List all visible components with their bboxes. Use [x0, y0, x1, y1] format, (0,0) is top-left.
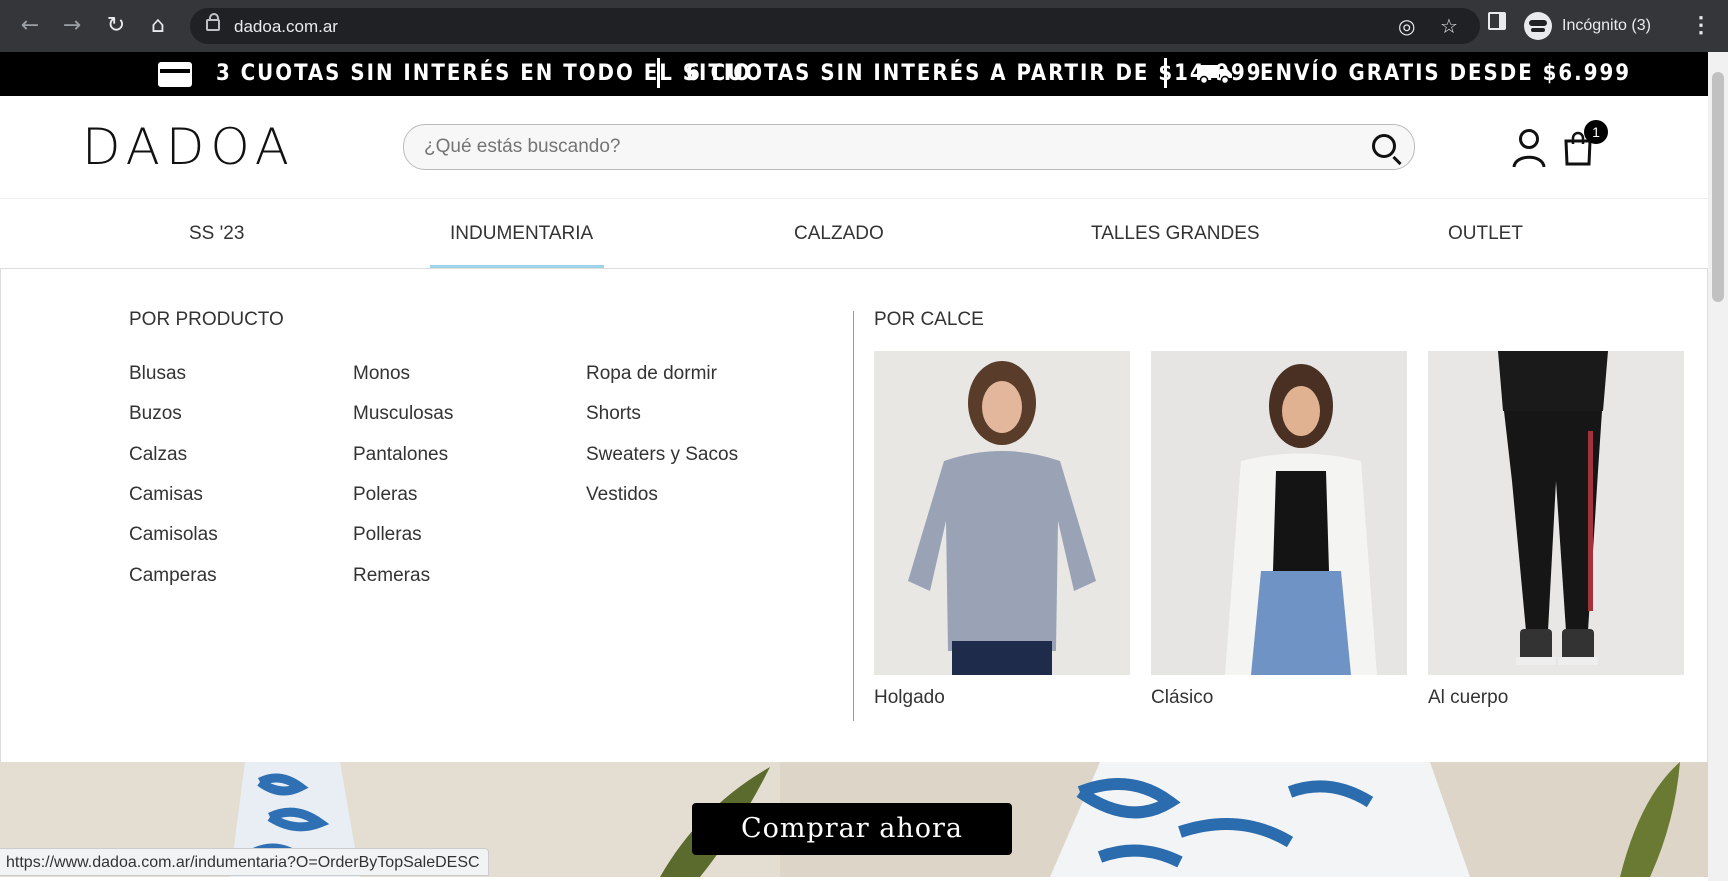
url-text: dadoa.com.ar [234, 17, 338, 36]
nav-item-indumentaria[interactable]: INDUMENTARIA [450, 223, 593, 245]
search-input[interactable] [422, 135, 1326, 159]
menu-link[interactable]: Sweaters y Sacos [586, 444, 738, 466]
profile-label: Incógnito (3) [1562, 17, 1651, 34]
fit-label[interactable]: Clásico [1151, 687, 1407, 709]
menu-link[interactable]: Blusas [129, 363, 186, 385]
nav-item-talles-grandes[interactable]: TALLES GRANDES [1091, 223, 1260, 245]
credit-card-icon [158, 62, 192, 87]
menu-link[interactable]: Polleras [353, 524, 422, 546]
cart-count-badge: 1 [1584, 120, 1608, 144]
menu-link[interactable]: Buzos [129, 403, 182, 425]
menu-link[interactable]: Vestidos [586, 484, 658, 506]
forward-icon[interactable]: → [58, 12, 86, 40]
menu-link[interactable]: Camisolas [129, 524, 218, 546]
incognito-icon [1524, 12, 1552, 40]
eye-off-icon[interactable]: ◎ [1398, 14, 1415, 38]
by-fit-heading: POR CALCE [874, 309, 984, 330]
user-account-icon[interactable] [1512, 128, 1546, 168]
menu-link[interactable]: Monos [353, 363, 410, 385]
menu-link[interactable]: Pantalones [353, 444, 448, 466]
menu-link[interactable]: Musculosas [353, 403, 453, 425]
search-icon[interactable] [1372, 134, 1396, 158]
promo-text-1: 3 CUOTAS SIN INTERÉS EN TODO EL SITIO [216, 61, 753, 86]
fit-card-holgado[interactable]: Holgado [874, 351, 1130, 709]
fit-image[interactable] [1428, 351, 1684, 675]
incognito-profile[interactable]: Incógnito (3) [1524, 10, 1651, 42]
bookmark-star-icon[interactable]: ☆ [1440, 14, 1458, 38]
menu-link[interactable]: Camisas [129, 484, 203, 506]
browser-toolbar: ← → ↻ ⌂ dadoa.com.ar ◎ ☆ Incógnito (3) ⋮ [0, 0, 1728, 52]
site-logo[interactable]: DADOA [82, 118, 295, 176]
category-nav: SS '23 INDUMENTARIA CALZADO TALLES GRAND… [0, 198, 1708, 269]
nav-item-ss23[interactable]: SS '23 [189, 223, 244, 245]
site-header: DADOA 1 [0, 96, 1708, 198]
promo-text-3: ENVÍO GRATIS DESDE $6.999 [1260, 61, 1632, 86]
mega-menu: POR PRODUCTO Blusas Buzos Calzas Camisas… [0, 268, 1708, 764]
menu-link[interactable]: Calzas [129, 444, 187, 466]
column-divider [853, 311, 854, 721]
fit-label[interactable]: Holgado [874, 687, 1130, 709]
more-menu-icon[interactable]: ⋮ [1690, 12, 1712, 38]
home-icon[interactable]: ⌂ [144, 12, 172, 40]
promo-bar: 3 CUOTAS SIN INTERÉS EN TODO EL SITIO 6 … [0, 52, 1708, 96]
promo-divider [1164, 58, 1167, 88]
fit-card-clasico[interactable]: Clásico [1151, 351, 1407, 709]
truck-icon [1197, 65, 1232, 84]
menu-link[interactable]: Remeras [353, 565, 430, 587]
reload-icon[interactable]: ↻ [102, 12, 130, 40]
menu-link[interactable]: Poleras [353, 484, 417, 506]
fit-image[interactable] [874, 351, 1130, 675]
fit-card-al-cuerpo[interactable]: Al cuerpo [1428, 351, 1684, 709]
menu-link[interactable]: Ropa de dormir [586, 363, 717, 385]
shop-now-button[interactable]: Comprar ahora [692, 803, 1012, 855]
scrollbar-thumb[interactable] [1712, 72, 1724, 302]
promo-divider [657, 58, 660, 88]
nav-item-outlet[interactable]: OUTLET [1448, 223, 1523, 245]
fit-image[interactable] [1151, 351, 1407, 675]
address-bar[interactable]: dadoa.com.ar ◎ ☆ [190, 8, 1480, 44]
lock-icon[interactable] [206, 13, 220, 31]
promo-text-2: 6 CUOTAS SIN INTERÉS A PARTIR DE $14.999 [686, 61, 1263, 86]
menu-link[interactable]: Shorts [586, 403, 641, 425]
back-icon[interactable]: ← [16, 12, 44, 40]
by-product-heading: POR PRODUCTO [129, 309, 284, 330]
side-panel-icon[interactable] [1488, 12, 1506, 30]
nav-item-calzado[interactable]: CALZADO [794, 223, 884, 245]
link-status-bar: https://www.dadoa.com.ar/indumentaria?O=… [0, 848, 489, 876]
search-box [403, 124, 1415, 170]
menu-link[interactable]: Camperas [129, 565, 217, 587]
fit-label[interactable]: Al cuerpo [1428, 687, 1684, 709]
page-scrollbar[interactable] [1708, 52, 1728, 881]
